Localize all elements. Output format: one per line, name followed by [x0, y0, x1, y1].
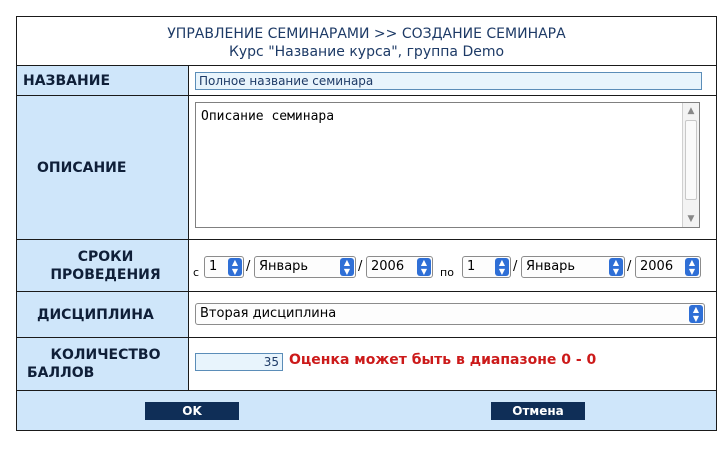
- date-separator: /: [358, 259, 363, 274]
- discipline-select[interactable]: Вторая дисциплина ▲ ▼: [195, 303, 705, 325]
- cancel-button[interactable]: Отмена: [491, 402, 585, 420]
- form-footer: OK Отмена: [17, 390, 716, 430]
- date-separator: /: [246, 259, 251, 274]
- from-year-select[interactable]: 2006 ▲ ▼: [366, 256, 433, 278]
- discipline-row: ДИСЦИПЛИНА Вторая дисциплина ▲ ▼: [17, 291, 716, 337]
- name-row: НАЗВАНИЕ Полное название семинара: [17, 65, 716, 95]
- range-message: Оценка может быть в диапазоне 0 - 0: [289, 352, 597, 368]
- chevron-updown-icon: ▲ ▼: [685, 258, 699, 276]
- chevron-updown-icon: ▲ ▼: [340, 258, 354, 276]
- from-day-select[interactable]: 1 ▲ ▼: [204, 256, 244, 278]
- points-label-line2: БАЛЛОВ: [27, 365, 95, 381]
- dates-label-line2: ПРОВЕДЕНИЯ: [50, 266, 161, 283]
- form-header: УПРАВЛЕНИЕ СЕМИНАРАМИ >> СОЗДАНИЕ СЕМИНА…: [17, 17, 716, 65]
- description-textarea[interactable]: Описание семинара ▲ ▼: [195, 102, 700, 228]
- page-title: УПРАВЛЕНИЕ СЕМИНАРАМИ >> СОЗДАНИЕ СЕМИНА…: [167, 26, 566, 42]
- dates-row: СРОКИ ПРОВЕДЕНИЯ с 1 ▲ ▼ / Январь ▲ ▼ / 20…: [17, 239, 716, 291]
- to-year-select[interactable]: 2006 ▲ ▼: [635, 256, 701, 278]
- name-input[interactable]: Полное название семинара: [195, 72, 702, 90]
- scroll-down-icon[interactable]: ▼: [684, 212, 698, 226]
- description-label: ОПИСАНИЕ: [17, 96, 189, 239]
- dates-label-line1: СРОКИ: [77, 248, 134, 265]
- points-input[interactable]: 35: [195, 353, 283, 371]
- dates-label: СРОКИ ПРОВЕДЕНИЯ: [17, 240, 189, 291]
- chevron-updown-icon: ▲ ▼: [609, 258, 623, 276]
- from-prefix: с: [193, 266, 200, 279]
- to-month-select[interactable]: Январь ▲ ▼: [521, 256, 625, 278]
- chevron-updown-icon: ▲ ▼: [689, 305, 703, 323]
- ok-button[interactable]: OK: [145, 402, 239, 420]
- scroll-up-icon[interactable]: ▲: [684, 104, 698, 118]
- seminar-form: УПРАВЛЕНИЕ СЕМИНАРАМИ >> СОЗДАНИЕ СЕМИНА…: [16, 16, 717, 431]
- points-row: КОЛИЧЕСТВО БАЛЛОВ 35 Оценка может быть в…: [17, 337, 716, 390]
- points-label: КОЛИЧЕСТВО БАЛЛОВ: [17, 338, 189, 390]
- to-prefix: по: [440, 266, 454, 279]
- points-label-line1: КОЛИЧЕСТВО: [50, 347, 161, 363]
- date-separator: /: [513, 259, 518, 274]
- description-scrollbar[interactable]: ▲ ▼: [682, 103, 699, 227]
- chevron-updown-icon: ▲ ▼: [417, 258, 431, 276]
- scroll-thumb[interactable]: [685, 120, 697, 200]
- description-text: Описание семинара: [201, 109, 335, 124]
- description-row: ОПИСАНИЕ Описание семинара ▲ ▼: [17, 95, 716, 239]
- chevron-updown-icon: ▲ ▼: [228, 258, 242, 276]
- chevron-updown-icon: ▲ ▼: [495, 258, 509, 276]
- to-day-select[interactable]: 1 ▲ ▼: [462, 256, 511, 278]
- date-separator: /: [627, 259, 632, 274]
- course-subtitle: Курс "Название курса", группа Demo: [228, 44, 505, 60]
- name-label: НАЗВАНИЕ: [17, 66, 189, 95]
- from-month-select[interactable]: Январь ▲ ▼: [254, 256, 356, 278]
- discipline-label: ДИСЦИПЛИНА: [17, 292, 189, 337]
